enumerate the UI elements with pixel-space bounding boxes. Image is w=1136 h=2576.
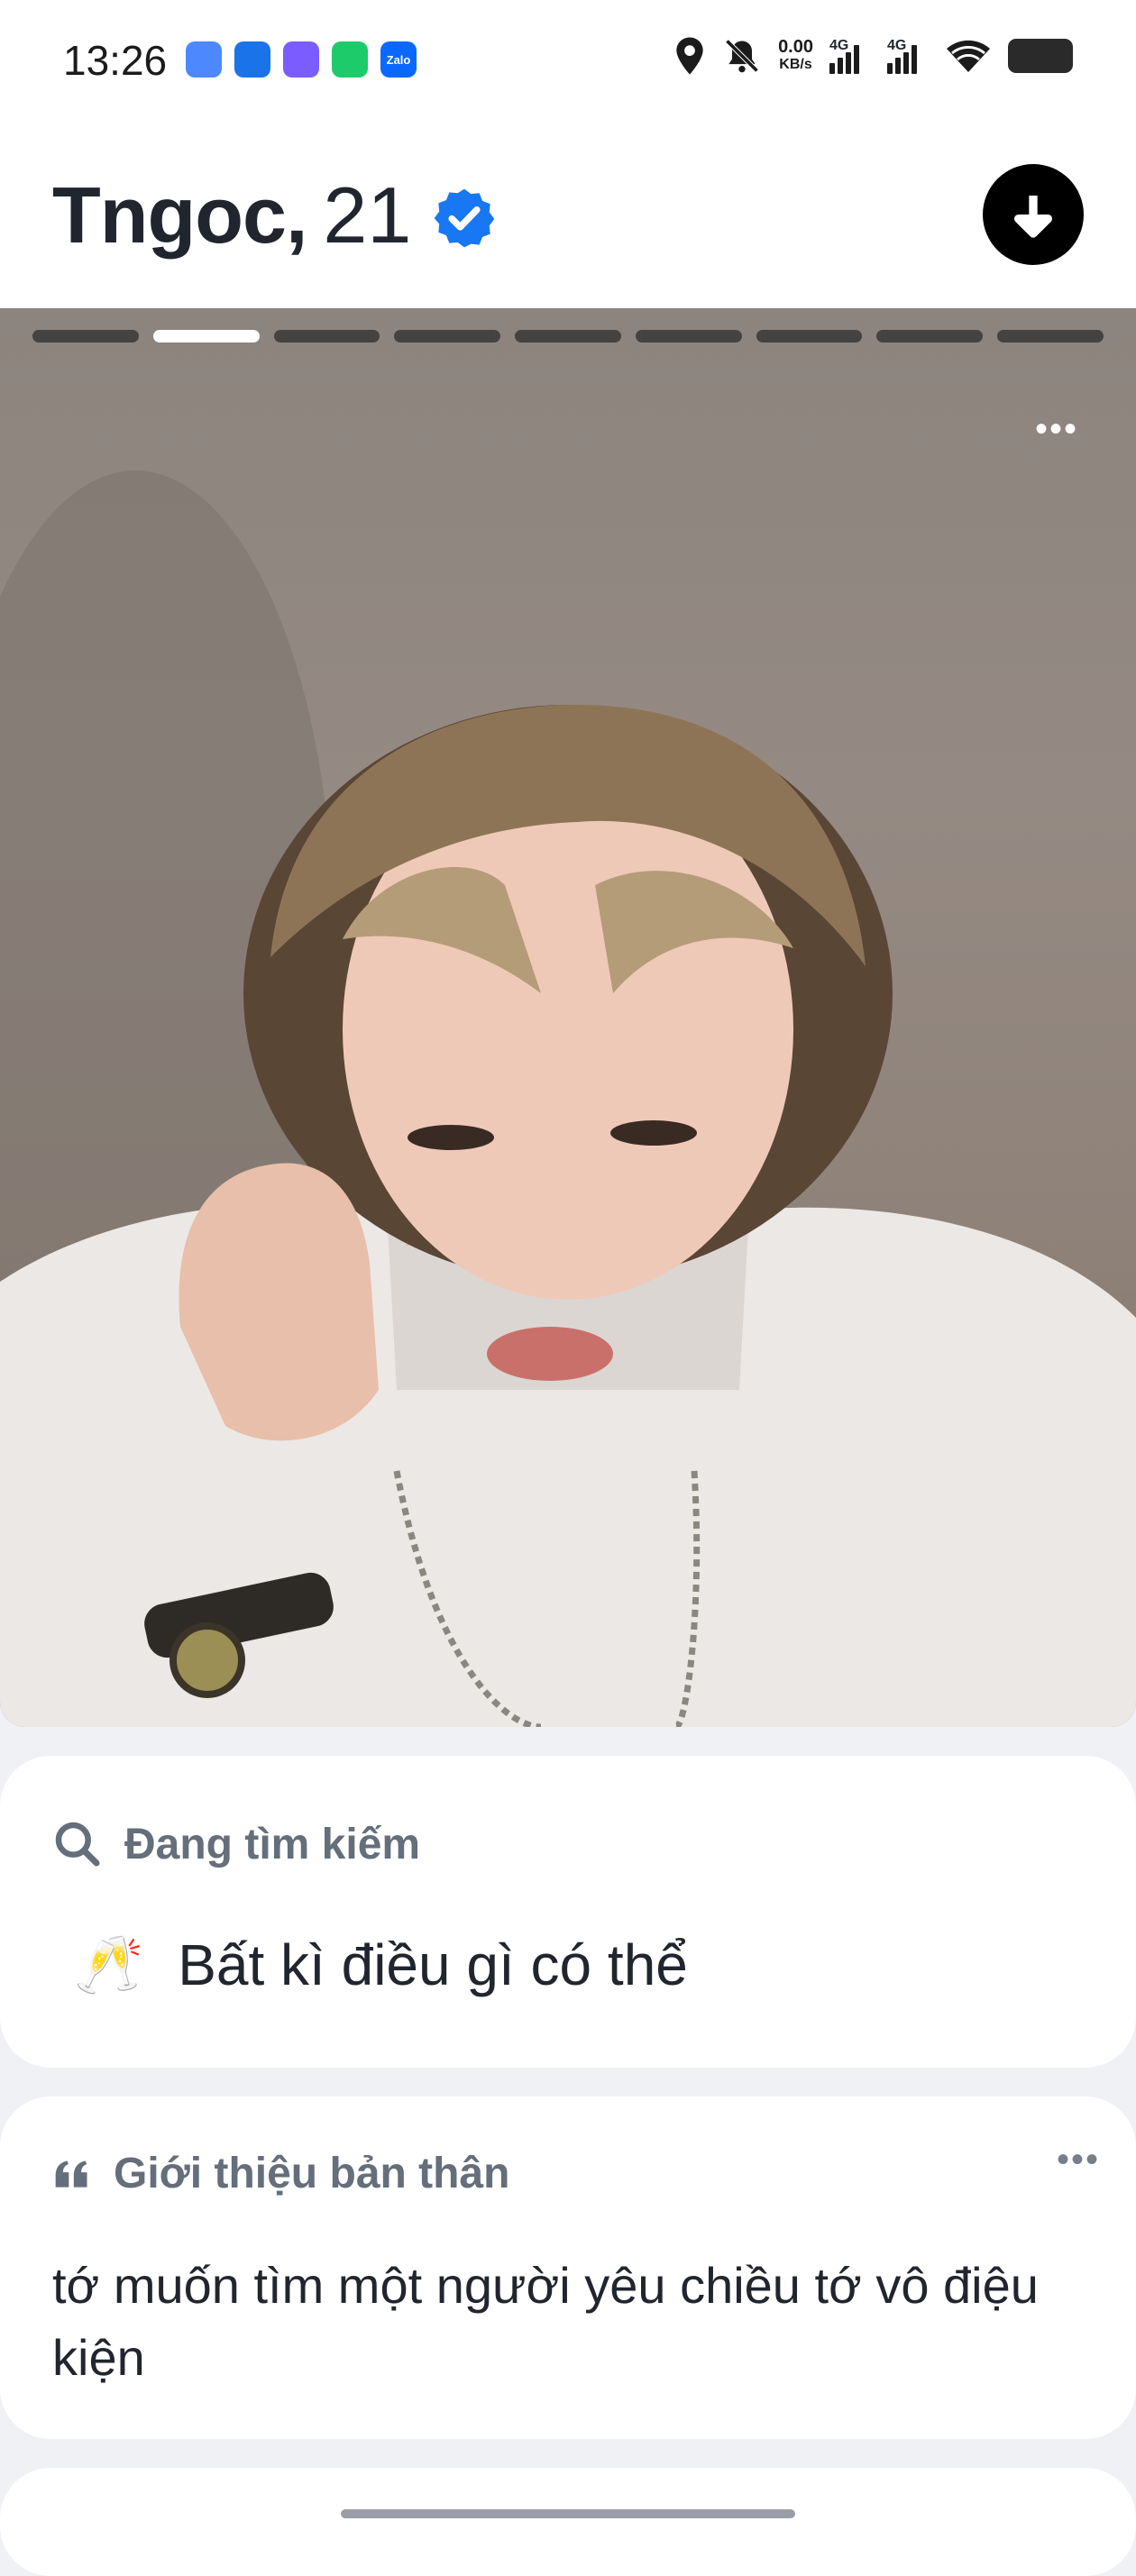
location-icon (676, 37, 703, 75)
notification-icons: Zalo (186, 41, 417, 78)
files-app-icon (186, 41, 222, 78)
about-me-header: Giới thiệu bản thân (52, 2149, 509, 2198)
looking-for-value-row: 🥂 Bất kì điều gì có thể (74, 1932, 688, 1998)
verified-badge-icon (434, 188, 495, 248)
about-more-options-icon[interactable]: ••• (1057, 2140, 1100, 2180)
app-icon (234, 41, 270, 78)
network-speed: 0.00 KB/s (778, 38, 813, 74)
sim2-label: 4G (887, 38, 907, 53)
status-time: 13:26 (63, 37, 168, 84)
profile-name: Tngoc, (52, 170, 307, 260)
photo-progress-bar[interactable] (32, 330, 139, 343)
next-section-card (0, 2468, 1136, 2576)
system-icons: 0.00 KB/s 4G 4G (673, 36, 1073, 76)
sim1-label: 4G (829, 38, 849, 53)
photo-progress-bar[interactable] (997, 330, 1104, 343)
looking-for-header: Đang tìm kiếm (52, 1819, 420, 1869)
collapse-profile-button[interactable] (983, 164, 1084, 265)
quote-icon (55, 2160, 87, 2188)
profile-photo-image (0, 470, 1136, 1727)
photo-progress-bar[interactable] (756, 330, 863, 343)
cheers-emoji-icon: 🥂 (74, 1933, 144, 1996)
photo-progress-bar[interactable] (635, 330, 742, 343)
about-me-card: Giới thiệu bản thân ••• tớ muốn tìm một … (0, 2096, 1136, 2439)
profile-header: Tngoc, 21 (0, 126, 1136, 308)
looking-for-card: Đang tìm kiếm 🥂 Bất kì điều gì có thể (0, 1756, 1136, 2068)
zalo-icon: Zalo (380, 41, 417, 78)
photo-more-options-icon[interactable]: ••• (1035, 411, 1078, 447)
chat-app-icon (283, 41, 319, 78)
profile-photo[interactable]: ••• (0, 308, 1136, 1727)
status-bar: 13:26 Zalo 0.00 KB/s 4G 4G (0, 0, 1136, 126)
wifi-icon (947, 40, 990, 72)
profile-name-row: Tngoc, 21 (52, 169, 498, 261)
network-speed-value: 0.00 (778, 37, 813, 57)
photo-progress-bar[interactable] (515, 330, 621, 343)
signal-sim2-icon: 4G (887, 38, 929, 74)
looking-for-heading: Đang tìm kiếm (124, 1820, 421, 1868)
signal-sim1-icon: 4G (829, 38, 871, 74)
phone-app-icon (332, 41, 368, 78)
photo-progress-bar[interactable] (273, 330, 380, 343)
looking-for-value: Bất kì điều gì có thể (178, 1932, 688, 1997)
photo-progress-bars (32, 330, 1104, 343)
about-me-text: tớ muốn tìm một người yêu chiều tớ vô đi… (52, 2257, 1039, 2386)
about-me-heading: Giới thiệu bản thân (114, 2150, 510, 2197)
search-icon (55, 1822, 100, 1867)
home-indicator[interactable] (341, 2509, 795, 2518)
photo-progress-bar[interactable] (152, 330, 260, 343)
photo-progress-bar[interactable] (876, 330, 984, 343)
profile-age: 21 (323, 170, 412, 260)
battery-icon (1008, 39, 1073, 73)
photo-progress-bar[interactable] (394, 330, 501, 343)
mute-bell-icon (725, 39, 759, 73)
arrow-down-icon (1014, 196, 1052, 238)
network-speed-unit: KB/s (779, 57, 812, 72)
